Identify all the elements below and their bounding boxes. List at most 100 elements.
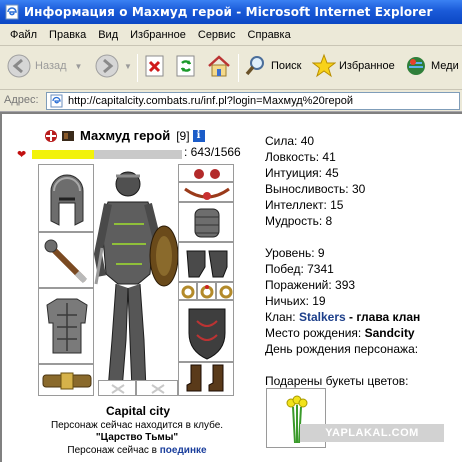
stat-intuition: Интуиция: 45 xyxy=(265,166,339,180)
small-slot-2[interactable] xyxy=(136,380,178,396)
search-icon xyxy=(245,56,264,76)
amulet-icon xyxy=(194,169,220,179)
gifts-label: Подарены букеты цветов: xyxy=(265,374,409,388)
address-url: http://capitalcity.combats.ru/inf.pl?log… xyxy=(68,95,353,107)
stop-button[interactable] xyxy=(144,53,166,79)
page-icon xyxy=(50,94,63,108)
page-content: Махмуд герой [9] i ❤ : 643/1566 Capital … xyxy=(0,112,462,462)
gloves-slot[interactable] xyxy=(178,242,234,282)
clan-prefix: Клан: xyxy=(265,310,299,324)
favorites-button[interactable]: Избранное xyxy=(312,53,395,79)
back-arrow-icon xyxy=(7,54,31,78)
character-level: [9] xyxy=(176,128,190,143)
heart-icon: ❤ xyxy=(17,148,27,161)
info-draws: Ничьих: 19 xyxy=(265,294,326,308)
media-icon xyxy=(407,57,425,75)
media-button[interactable]: Меди xyxy=(404,53,459,79)
back-label: Назад xyxy=(35,60,67,72)
empty-slot-icon xyxy=(151,384,165,394)
necklace-icon xyxy=(184,187,230,200)
favorites-label: Избранное xyxy=(339,60,395,72)
clan-link[interactable]: Stalkers xyxy=(299,310,346,324)
ring-icon xyxy=(181,285,195,299)
address-input[interactable]: http://capitalcity.combats.ru/inf.pl?log… xyxy=(46,92,460,110)
title-bar[interactable]: Информация о Махмуд герой - Microsoft In… xyxy=(0,0,462,24)
search-button[interactable]: Поиск xyxy=(244,53,301,79)
back-dropdown-icon[interactable]: ▼ xyxy=(75,62,83,71)
address-bar: Адрес: http://capitalcity.combats.ru/inf… xyxy=(0,90,462,112)
menu-file[interactable]: Файл xyxy=(4,29,43,41)
refresh-button[interactable] xyxy=(175,53,197,79)
toolbar: Назад ▼ ▼ Поиск Избранное Меди xyxy=(0,46,462,90)
favorites-star-icon xyxy=(312,53,336,78)
small-slot-1[interactable] xyxy=(98,380,136,396)
shield-icon xyxy=(188,308,226,360)
ring-icon xyxy=(219,285,233,299)
character-header: Махмуд герой [9] i xyxy=(44,128,205,143)
menu-edit[interactable]: Правка xyxy=(43,29,92,41)
armor-icon xyxy=(46,298,88,354)
ring-slot-2[interactable] xyxy=(197,282,216,300)
stat-intellect: Интеллект: 15 xyxy=(265,198,344,212)
hp-bar xyxy=(32,150,182,159)
clan-role: - глава клан xyxy=(345,310,421,324)
armored-warrior-image xyxy=(93,171,179,391)
weapon-slot[interactable] xyxy=(38,232,94,288)
hp-value: : 643/1566 xyxy=(184,145,241,159)
search-label: Поиск xyxy=(271,60,302,72)
helmet-icon xyxy=(50,174,84,226)
boots-slot[interactable] xyxy=(178,362,234,396)
city-name: Capital city xyxy=(105,404,171,418)
character-name: Махмуд герой xyxy=(80,128,171,143)
belt-icon xyxy=(42,372,92,390)
club-status: Персонаж сейчас находится в клубе. xyxy=(50,420,224,431)
menu-view[interactable]: Вид xyxy=(92,29,124,41)
stat-strength: Сила: 40 xyxy=(265,134,315,148)
alignment-icon xyxy=(62,130,74,141)
hp-bar-fill xyxy=(32,150,94,159)
menu-bar: Файл Правка Вид Избранное Сервис Справка xyxy=(0,24,462,46)
watermark: YAPLAKAL.COM xyxy=(300,424,444,442)
menu-help[interactable]: Справка xyxy=(242,29,297,41)
info-birthplace: Место рождения: Sandcity xyxy=(265,326,415,340)
ring-icon xyxy=(200,285,214,299)
armor-slot[interactable] xyxy=(38,288,94,364)
location-status: Персонаж сейчас в поединке xyxy=(2,445,272,456)
helmet-slot[interactable] xyxy=(38,164,94,232)
back-button[interactable]: Назад ▼ xyxy=(6,53,82,79)
info-birthday: День рождения персонажа: xyxy=(265,342,419,356)
stat-endurance: Выносливость: 30 xyxy=(265,182,366,196)
battle-link[interactable]: поединке xyxy=(160,445,207,456)
necklace-slot[interactable] xyxy=(178,182,234,202)
clan-emblem-icon xyxy=(45,129,57,142)
info-icon[interactable]: i xyxy=(192,129,205,142)
info-wins: Побед: 7341 xyxy=(265,262,334,276)
stop-icon xyxy=(145,55,164,77)
ie-page-icon xyxy=(5,4,19,20)
address-label: Адрес: xyxy=(4,94,39,106)
mace-icon xyxy=(44,239,88,284)
bracer-icon xyxy=(194,208,220,238)
gloves-icon xyxy=(186,250,228,278)
stat-agility: Ловкость: 41 xyxy=(265,150,336,164)
home-icon xyxy=(208,55,230,77)
character-paperdoll[interactable] xyxy=(93,164,179,396)
belt-slot[interactable] xyxy=(38,364,94,396)
menu-favorites[interactable]: Избранное xyxy=(124,29,192,41)
birthplace-value: Sandcity xyxy=(364,326,415,340)
ring-slot-top[interactable] xyxy=(178,164,234,182)
media-label: Меди xyxy=(431,60,459,72)
info-clan: Клан: Stalkers - глава клан xyxy=(265,310,420,324)
forward-dropdown-icon[interactable]: ▼ xyxy=(124,62,132,71)
menu-tools[interactable]: Сервис xyxy=(192,29,242,41)
info-level: Уровень: 9 xyxy=(265,246,325,260)
home-button[interactable] xyxy=(206,53,232,79)
empty-slot-icon xyxy=(111,384,125,394)
refresh-icon xyxy=(176,55,195,77)
ring-slot-1[interactable] xyxy=(178,282,197,300)
ring-slot-3[interactable] xyxy=(216,282,234,300)
boots-icon xyxy=(186,364,224,392)
shield-slot[interactable] xyxy=(178,300,234,362)
bracer-slot[interactable] xyxy=(178,202,234,242)
forward-button[interactable]: ▼ xyxy=(94,53,132,79)
